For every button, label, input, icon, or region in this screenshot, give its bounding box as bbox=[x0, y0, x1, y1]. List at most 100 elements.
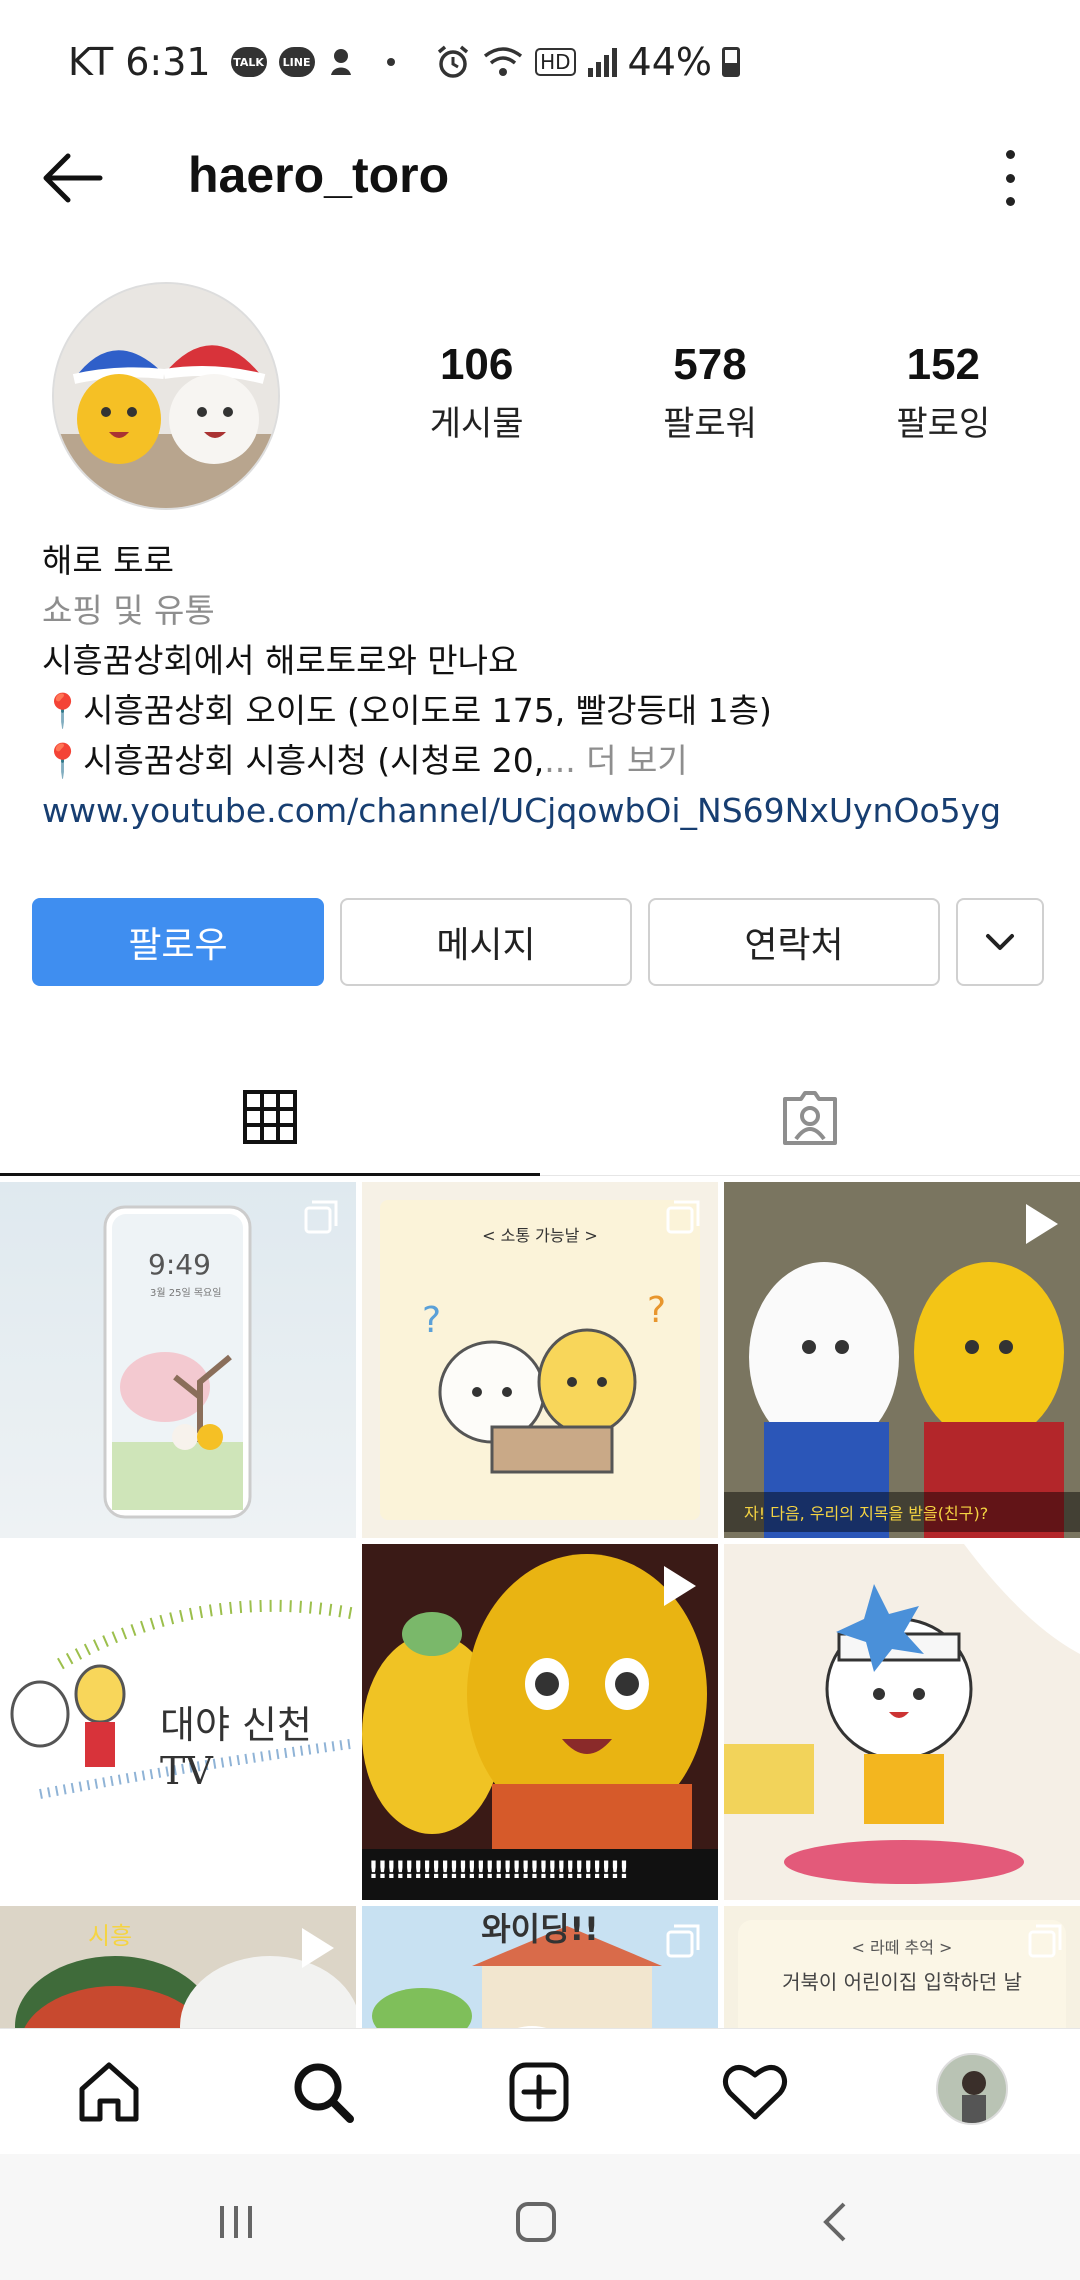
more-dot bbox=[1005, 173, 1015, 183]
nav-create[interactable] bbox=[504, 2057, 574, 2127]
kakaotalk-icon: TALK bbox=[230, 47, 267, 77]
recent-apps-button[interactable] bbox=[206, 2192, 266, 2252]
post-caption: !!!!!!!!!!!!!!!!!!!!!!!!!!!!! bbox=[368, 1856, 629, 1884]
lockscreen-date: 3월 25일 목요일 bbox=[150, 1288, 222, 1299]
grid-icon bbox=[243, 1089, 297, 1144]
post-caption: 거북이 어린이집 입학하던 날 bbox=[782, 1970, 1022, 1994]
alarm-icon bbox=[437, 45, 469, 78]
nav-search[interactable] bbox=[288, 2057, 358, 2127]
avatar-image bbox=[54, 284, 278, 508]
bio-line: 시흥꿈상회에서 해로토로와 만나요 bbox=[42, 641, 519, 680]
back-arrow-icon bbox=[43, 153, 103, 203]
following-count[interactable]: 152 팔로잉 bbox=[827, 340, 1060, 445]
post-tile[interactable]: 자! 다음, 우리의 지목을 받을(친구)? bbox=[724, 1182, 1080, 1538]
profile-name: 해로 토로 bbox=[42, 541, 174, 580]
hd-voice-icon: HD bbox=[535, 48, 576, 76]
status-bar: KT 6:31 TALK LINE HD 44% bbox=[0, 0, 1080, 130]
bio-line: 📍시흥꿈상회 오이도 (오이도로 175, 빨강등대 1층) bbox=[42, 691, 772, 730]
status-carrier-time: KT 6:31 bbox=[68, 40, 211, 84]
nav-activity[interactable] bbox=[720, 2057, 790, 2127]
more-options-button[interactable] bbox=[1000, 150, 1020, 206]
post-tile[interactable]: < 라떼 추억 > 거북이 어린이집 입학하던 날 bbox=[724, 1906, 1080, 2028]
contact-button[interactable]: 연락처 bbox=[648, 898, 940, 986]
video-play-icon bbox=[302, 1928, 334, 1968]
status-left: KT 6:31 TALK LINE bbox=[68, 40, 395, 84]
notification-app-icon bbox=[330, 49, 351, 75]
bio-line-truncated: 📍시흥꿈상회 시흥시청 (시청로 20,... 더 보기 bbox=[42, 736, 1052, 786]
profile-website-link[interactable]: www.youtube.com/channel/UCjqowbOi_NS69Nx… bbox=[42, 786, 1052, 836]
video-play-icon bbox=[1026, 1204, 1058, 1244]
post-tile[interactable] bbox=[724, 1544, 1080, 1900]
profile-stats: 106 게시물 578 팔로워 152 팔로잉 bbox=[360, 340, 1060, 445]
recent-apps-icon bbox=[220, 2206, 252, 2238]
posts-grid: 9:49 3월 25일 목요일 ? ? < 소통 가능날 > 자! 다음, 우리… bbox=[0, 1182, 1080, 2028]
post-tile[interactable]: 시흥 bbox=[0, 1906, 356, 2028]
home-square-icon bbox=[516, 2202, 556, 2242]
stat-value: 106 bbox=[439, 340, 514, 389]
system-back-button[interactable] bbox=[806, 2192, 866, 2252]
svg-text:?: ? bbox=[647, 1290, 666, 1331]
multiple-photos-icon bbox=[666, 1924, 700, 1958]
posts-count[interactable]: 106 게시물 bbox=[360, 340, 593, 445]
post-image bbox=[724, 1544, 1080, 1900]
post-caption: 대야 신천 TV bbox=[160, 1703, 312, 1793]
signal-icon bbox=[587, 48, 617, 77]
tab-tagged[interactable] bbox=[540, 1060, 1080, 1176]
nav-home[interactable] bbox=[74, 2057, 144, 2127]
more-dot bbox=[1005, 197, 1015, 206]
battery-percent: 44% bbox=[627, 40, 712, 84]
bio-line: 📍시흥꿈상회 시흥시청 (시청로 20, bbox=[42, 741, 545, 780]
post-caption: < 라떼 추억 > bbox=[851, 1938, 953, 1957]
notification-icons: TALK LINE bbox=[230, 47, 395, 77]
tab-posts-grid[interactable] bbox=[0, 1060, 540, 1176]
svg-text:?: ? bbox=[422, 1300, 441, 1341]
suggested-accounts-button[interactable] bbox=[956, 898, 1044, 986]
avatar-image bbox=[938, 2055, 1006, 2123]
post-caption: < 소통 가능날 > bbox=[482, 1226, 598, 1245]
message-button[interactable]: 메시지 bbox=[340, 898, 632, 986]
multiple-photos-icon bbox=[1028, 1924, 1062, 1958]
home-icon bbox=[79, 2062, 139, 2122]
profile-category: 쇼핑 및 유통 bbox=[42, 591, 215, 630]
home-button[interactable] bbox=[506, 2192, 566, 2252]
post-tile[interactable]: 와이딩!! bbox=[362, 1906, 718, 2028]
search-icon bbox=[294, 2063, 354, 2123]
post-tile[interactable]: ? ? < 소통 가능날 > bbox=[362, 1182, 718, 1538]
back-button[interactable] bbox=[40, 148, 104, 208]
battery-icon bbox=[722, 47, 740, 77]
add-post-icon bbox=[509, 2062, 569, 2122]
tagged-person-icon bbox=[783, 1091, 837, 1145]
stat-value: 152 bbox=[906, 340, 981, 389]
stat-value: 578 bbox=[673, 340, 747, 389]
heart-icon bbox=[722, 2065, 788, 2120]
post-caption: 시흥 bbox=[88, 1922, 133, 1950]
bio-more-link[interactable]: ... 더 보기 bbox=[544, 741, 688, 780]
status-right: HD 44% bbox=[435, 40, 740, 84]
line-icon: LINE bbox=[278, 47, 315, 77]
stat-label: 팔로잉 bbox=[896, 404, 991, 444]
post-tile[interactable]: 대야 신천 TV bbox=[0, 1544, 356, 1900]
chevron-down-icon bbox=[986, 934, 1014, 950]
more-notifications-dot bbox=[386, 58, 395, 66]
lockscreen-time: 9:49 bbox=[148, 1248, 211, 1281]
multiple-photos-icon bbox=[304, 1200, 338, 1234]
profile-bio: 해로 토로 쇼핑 및 유통 시흥꿈상회에서 해로토로와 만나요 📍시흥꿈상회 오… bbox=[42, 536, 1052, 836]
nav-profile-avatar[interactable] bbox=[936, 2053, 1008, 2125]
more-dot bbox=[1005, 150, 1015, 159]
stat-label: 팔로워 bbox=[663, 404, 757, 444]
post-tile[interactable]: 9:49 3월 25일 목요일 bbox=[0, 1182, 356, 1538]
video-play-icon bbox=[664, 1566, 696, 1606]
chevron-left-icon bbox=[823, 2202, 846, 2242]
profile-avatar[interactable] bbox=[52, 282, 280, 510]
stat-label: 게시물 bbox=[429, 404, 524, 444]
wifi-icon bbox=[484, 47, 523, 76]
system-navigation-bar bbox=[0, 2154, 1080, 2280]
post-tile[interactable]: !!!!!!!!!!!!!!!!!!!!!!!!!!!!! bbox=[362, 1544, 718, 1900]
follow-button[interactable]: 팔로우 bbox=[32, 898, 324, 986]
followers-count[interactable]: 578 팔로워 bbox=[593, 340, 826, 445]
profile-actions: 팔로우 메시지 연락처 bbox=[32, 898, 1048, 986]
profile-tabs bbox=[0, 1060, 1080, 1176]
post-caption: 자! 다음, 우리의 지목을 받을(친구)? bbox=[744, 1504, 989, 1523]
post-caption: 와이딩!! bbox=[481, 1910, 599, 1948]
bottom-navigation bbox=[0, 2028, 1080, 2154]
